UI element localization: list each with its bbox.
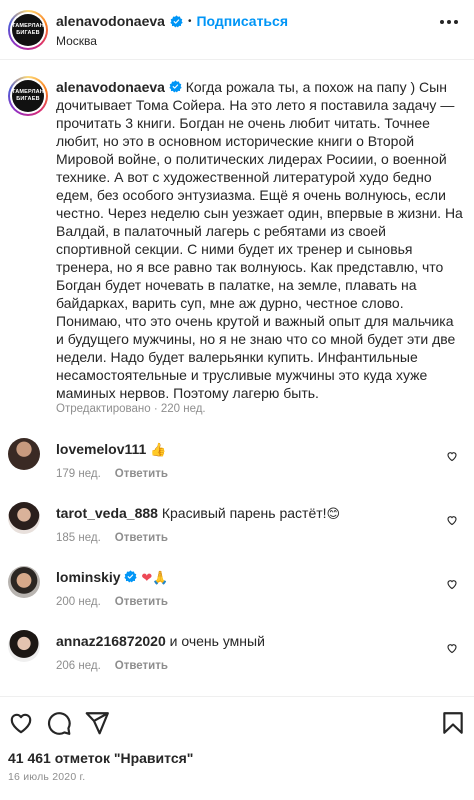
comment-username[interactable]: lominskiy bbox=[56, 569, 121, 585]
bookmark-icon[interactable] bbox=[440, 710, 466, 736]
caption-text-block: alenavodonaeva Когда рожала ты, а похож … bbox=[56, 78, 464, 402]
comment-item: tarot_veda_888 Красивый парень растёт!😊 … bbox=[0, 502, 474, 562]
comment-username[interactable]: lovemelov111 bbox=[56, 441, 146, 457]
follow-button[interactable]: Подписаться bbox=[196, 13, 288, 29]
comment-time: 200 нед. bbox=[56, 596, 101, 608]
more-options-icon[interactable] bbox=[440, 20, 458, 24]
comment-emoji: 😊 bbox=[326, 507, 341, 522]
comment-like-heart-icon[interactable] bbox=[446, 450, 458, 462]
comment-time: 185 нед. bbox=[56, 532, 101, 544]
reply-button[interactable]: Ответить bbox=[115, 532, 168, 544]
reply-button[interactable]: Ответить bbox=[115, 596, 168, 608]
comment-like-heart-icon[interactable] bbox=[446, 514, 458, 526]
comment-text: Красивый парень растёт! bbox=[161, 505, 327, 521]
author-avatar[interactable]: ТАМЕРЛАН БИГАЕВ bbox=[8, 10, 48, 50]
post-actions-bar bbox=[0, 696, 474, 748]
verified-badge-icon bbox=[169, 80, 182, 93]
commenter-avatar[interactable] bbox=[8, 438, 40, 470]
comment-item: lominskiy ❤🙏 200 нед. Ответить bbox=[0, 566, 474, 626]
comment-like-heart-icon[interactable] bbox=[446, 578, 458, 590]
avatar-logo: ТАМЕРЛАН БИГАЕВ bbox=[12, 14, 44, 46]
comment-item: annaz216872020 и очень умный 206 нед. От… bbox=[0, 630, 474, 690]
commenter-avatar[interactable] bbox=[8, 630, 40, 662]
post-header: ТАМЕРЛАН БИГАЕВ alenavodonaeva • Подписа… bbox=[0, 0, 474, 60]
comment-text: и очень умный bbox=[169, 633, 265, 649]
comment-time: 206 нед. bbox=[56, 660, 101, 672]
comment-like-heart-icon[interactable] bbox=[446, 642, 458, 654]
comment-emoji: ❤🙏 bbox=[141, 571, 169, 586]
comment-time: 179 нед. bbox=[56, 468, 101, 480]
caption-body: Когда рожала ты, а похож на папу ) Сын д… bbox=[56, 79, 463, 401]
likes-count[interactable]: 41 461 отметок "Нравится" bbox=[8, 750, 193, 766]
post-date: 16 июль 2020 г. bbox=[8, 771, 86, 783]
comment-username[interactable]: tarot_veda_888 bbox=[56, 505, 158, 521]
share-icon[interactable] bbox=[84, 710, 110, 736]
avatar-logo: ТАМЕРЛАН БИГАЕВ bbox=[12, 80, 44, 112]
caption-timestamp: Отредактировано · 220 нед. bbox=[56, 403, 206, 415]
commenter-avatar[interactable] bbox=[8, 566, 40, 598]
caption-username[interactable]: alenavodonaeva bbox=[56, 79, 165, 95]
commenter-avatar[interactable] bbox=[8, 502, 40, 534]
caption-author-avatar[interactable]: ТАМЕРЛАН БИГАЕВ bbox=[8, 76, 48, 116]
comment-item: lovemelov111 👍 179 нед. Ответить bbox=[0, 438, 474, 498]
location-link[interactable]: Москва bbox=[56, 34, 97, 48]
verified-badge-icon bbox=[124, 570, 138, 583]
comment-username[interactable]: annaz216872020 bbox=[56, 633, 166, 649]
comment-icon[interactable] bbox=[46, 710, 72, 736]
separator-dot: • bbox=[187, 15, 192, 27]
reply-button[interactable]: Ответить bbox=[115, 468, 168, 480]
author-username[interactable]: alenavodonaeva bbox=[56, 13, 165, 29]
comment-emoji: 👍 bbox=[150, 443, 167, 458]
verified-badge-icon bbox=[170, 14, 183, 27]
heart-icon[interactable] bbox=[8, 710, 34, 736]
reply-button[interactable]: Ответить bbox=[115, 660, 168, 672]
